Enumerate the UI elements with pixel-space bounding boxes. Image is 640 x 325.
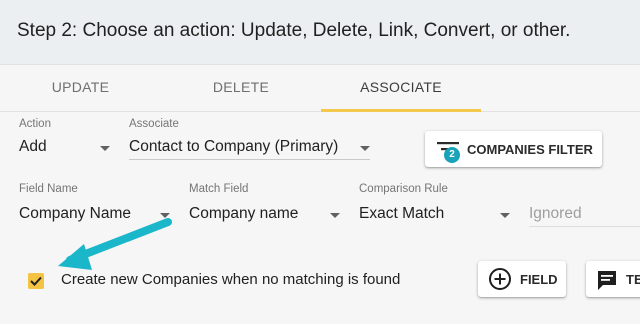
step-header: Step 2: Choose an action: Update, Delete… xyxy=(0,0,640,65)
add-text-label: TE xyxy=(626,272,640,287)
match-field-value: Company name xyxy=(189,205,299,222)
tab-delete-label: DELETE xyxy=(212,79,270,95)
chevron-down-icon xyxy=(330,213,340,218)
step-title: Step 2: Choose an action: Update, Delete… xyxy=(17,20,571,41)
companies-filter-label: COMPANIES FILTER xyxy=(467,142,593,157)
chevron-down-icon xyxy=(500,213,510,218)
tab-delete[interactable]: DELETE xyxy=(161,65,321,111)
match-field-select[interactable]: Company name xyxy=(189,201,340,227)
action-value: Add xyxy=(19,138,47,155)
tab-update-label: UPDATE xyxy=(51,79,110,95)
field-name-label: Field Name xyxy=(19,183,78,195)
add-text-button[interactable]: TE xyxy=(586,261,640,297)
pointer-arrow-icon xyxy=(58,218,172,270)
ignored-field[interactable]: Ignored xyxy=(529,201,640,227)
ignored-underline xyxy=(529,226,640,227)
tab-update[interactable]: UPDATE xyxy=(0,65,161,111)
action-panel: UPDATE DELETE ASSOCIATE Action Add Assoc… xyxy=(0,65,640,324)
chevron-down-icon xyxy=(360,146,370,151)
comparison-rule-label: Comparison Rule xyxy=(359,183,448,195)
add-circle-icon xyxy=(489,268,511,290)
associate-underline xyxy=(129,159,370,160)
comparison-rule-select[interactable]: Exact Match xyxy=(359,201,510,227)
filter-count-badge: 2 xyxy=(444,147,460,163)
tab-associate[interactable]: ASSOCIATE xyxy=(321,65,481,112)
companies-filter-button[interactable]: 2 COMPANIES FILTER xyxy=(425,131,602,167)
associate-value: Contact to Company (Primary) xyxy=(129,138,339,155)
action-label: Action xyxy=(19,118,51,130)
action-select[interactable]: Add xyxy=(19,134,110,160)
add-field-label: FIELD xyxy=(520,272,558,287)
active-tab-indicator xyxy=(321,109,481,112)
associate-label: Associate xyxy=(129,118,179,130)
add-field-button[interactable]: FIELD xyxy=(478,261,566,297)
associate-select[interactable]: Contact to Company (Primary) xyxy=(129,134,370,160)
ignored-placeholder: Ignored xyxy=(529,205,582,222)
tab-associate-label: ASSOCIATE xyxy=(360,79,442,95)
match-field-label: Match Field xyxy=(189,183,249,195)
comparison-rule-value: Exact Match xyxy=(359,205,445,222)
chevron-down-icon xyxy=(100,146,110,151)
text-icon xyxy=(598,271,616,290)
action-tabs: UPDATE DELETE ASSOCIATE xyxy=(0,65,640,112)
